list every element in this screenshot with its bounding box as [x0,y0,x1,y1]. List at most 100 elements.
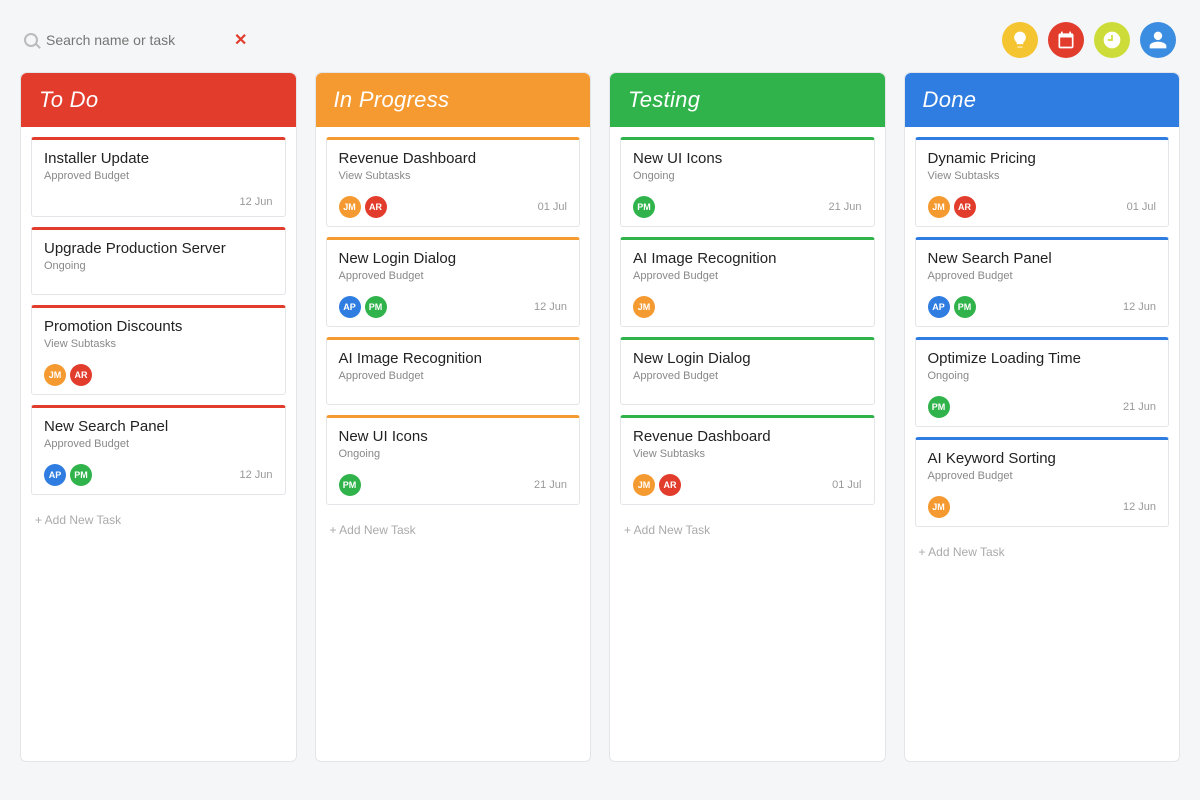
task-card[interactable]: New Search PanelApproved BudgetAPPM12 Ju… [31,405,286,495]
task-card[interactable]: New Search PanelApproved BudgetAPPM12 Ju… [915,237,1170,327]
task-avatars: JMAR [633,474,681,496]
task-subtitle: View Subtasks [44,338,273,350]
avatar[interactable]: PM [365,296,387,318]
avatar[interactable]: JM [339,196,361,218]
task-card[interactable]: New UI Icons Ongoing PM 21 Jun [326,415,581,505]
task-footer: JMAR01 Jul [633,474,862,496]
avatar[interactable]: JM [44,364,66,386]
avatar[interactable]: JM [633,474,655,496]
task-card[interactable]: New Login DialogApproved BudgetAPPM12 Ju… [326,237,581,327]
task-date: 12 Jun [1123,301,1156,313]
task-title: New UI Icons [633,150,862,167]
task-footer: 12 Jun [44,196,273,208]
task-title: Installer Update [44,150,273,167]
search-icon [24,33,38,47]
column-header: Testing [610,73,885,127]
task-subtitle: Approved Budget [633,270,862,282]
task-subtitle: Ongoing [44,260,273,272]
add-task-button[interactable]: + Add New Task [915,537,1170,563]
task-title: Revenue Dashboard [339,150,568,167]
task-title: Promotion Discounts [44,318,273,335]
task-footer: JM [633,296,862,318]
add-task-button[interactable]: + Add New Task [326,515,581,541]
task-avatars: APPM [44,464,92,486]
task-title: Upgrade Production Server [44,240,273,257]
task-footer: PM 21 Jun [928,396,1157,418]
bulb-icon[interactable] [1002,22,1038,58]
task-avatars: PM [928,396,950,418]
task-date: 21 Jun [534,479,567,491]
task-footer: JMAR [44,364,273,386]
task-card[interactable]: Revenue Dashboard View Subtasks JMAR 01 Jul [326,137,581,227]
task-date: 12 Jun [239,196,272,208]
avatar[interactable]: JM [633,296,655,318]
clear-search-button[interactable]: ✕ [234,30,247,50]
task-avatars: JM [928,496,950,518]
avatar[interactable]: PM [928,396,950,418]
avatar[interactable]: AR [70,364,92,386]
task-card[interactable]: AI Keyword SortingApproved BudgetJM12 Ju… [915,437,1170,527]
column-header: Done [905,73,1180,127]
column-to-do: To Do Installer UpdateApproved Budget12 J… [20,72,297,762]
avatar[interactable]: AP [928,296,950,318]
avatar[interactable]: JM [928,196,950,218]
column-body: Dynamic PricingView SubtasksJMAR01 JulNe… [905,127,1180,569]
task-card[interactable]: Dynamic PricingView SubtasksJMAR01 Jul [915,137,1170,227]
task-avatars: PM [633,196,655,218]
task-title: AI Image Recognition [339,350,568,367]
column-header: In Progress [316,73,591,127]
top-actions [1002,22,1176,58]
task-title: Revenue Dashboard [633,428,862,445]
task-card[interactable]: Upgrade Production Server Ongoing [31,227,286,295]
task-subtitle: View Subtasks [339,170,568,182]
column-body: New UI IconsOngoingPM21 JunAI Image Reco… [610,127,885,547]
task-date: 21 Jun [1123,401,1156,413]
task-date: 01 Jul [538,201,567,213]
add-task-button[interactable]: + Add New Task [620,515,875,541]
avatar[interactable]: PM [954,296,976,318]
task-avatars: JMAR [339,196,387,218]
task-card[interactable]: Optimize Loading TimeOngoingPM21 Jun [915,337,1170,427]
avatar[interactable]: PM [339,474,361,496]
calendar-icon[interactable] [1048,22,1084,58]
avatar[interactable]: JM [928,496,950,518]
task-subtitle: Ongoing [339,448,568,460]
task-subtitle: View Subtasks [633,448,862,460]
task-date: 12 Jun [1123,501,1156,513]
avatar[interactable]: PM [70,464,92,486]
add-task-button[interactable]: + Add New Task [31,505,286,531]
task-card[interactable]: AI Image Recognition Approved Budget JM [620,237,875,327]
task-footer: JMAR 01 Jul [339,196,568,218]
avatar[interactable]: AP [339,296,361,318]
column-testing: TestingNew UI IconsOngoingPM21 JunAI Ima… [609,72,886,762]
user-icon[interactable] [1140,22,1176,58]
avatar[interactable]: AR [659,474,681,496]
task-title: AI Image Recognition [633,250,862,267]
avatar[interactable]: AR [954,196,976,218]
task-card[interactable]: Revenue Dashboard View Subtasks JMAR01 Jul [620,415,875,505]
column-done: DoneDynamic PricingView SubtasksJMAR01 J… [904,72,1181,762]
task-title: New Login Dialog [633,350,862,367]
task-title: New UI Icons [339,428,568,445]
task-date: 01 Jul [1127,201,1156,213]
task-title: New Search Panel [44,418,273,435]
task-subtitle: Approved Budget [633,370,862,382]
search-input[interactable] [46,32,226,48]
task-subtitle: Approved Budget [928,470,1157,482]
avatar[interactable]: AP [44,464,66,486]
column-header: To Do [21,73,296,127]
task-title: Dynamic Pricing [928,150,1157,167]
clock-icon[interactable] [1094,22,1130,58]
task-avatars: JMAR [44,364,92,386]
task-subtitle: Ongoing [928,370,1157,382]
avatar[interactable]: AR [365,196,387,218]
task-date: 21 Jun [828,201,861,213]
task-card[interactable]: New Login Dialog Approved Budget [620,337,875,405]
task-card[interactable]: AI Image RecognitionApproved Budget [326,337,581,405]
task-card[interactable]: New UI IconsOngoingPM21 Jun [620,137,875,227]
kanban-board: To DoInstaller UpdateApproved Budget12 J… [20,72,1180,762]
task-card[interactable]: Promotion Discounts View Subtasks JMAR [31,305,286,395]
task-card[interactable]: Installer UpdateApproved Budget12 Jun [31,137,286,217]
task-footer: JMAR 01 Jul [928,196,1157,218]
avatar[interactable]: PM [633,196,655,218]
